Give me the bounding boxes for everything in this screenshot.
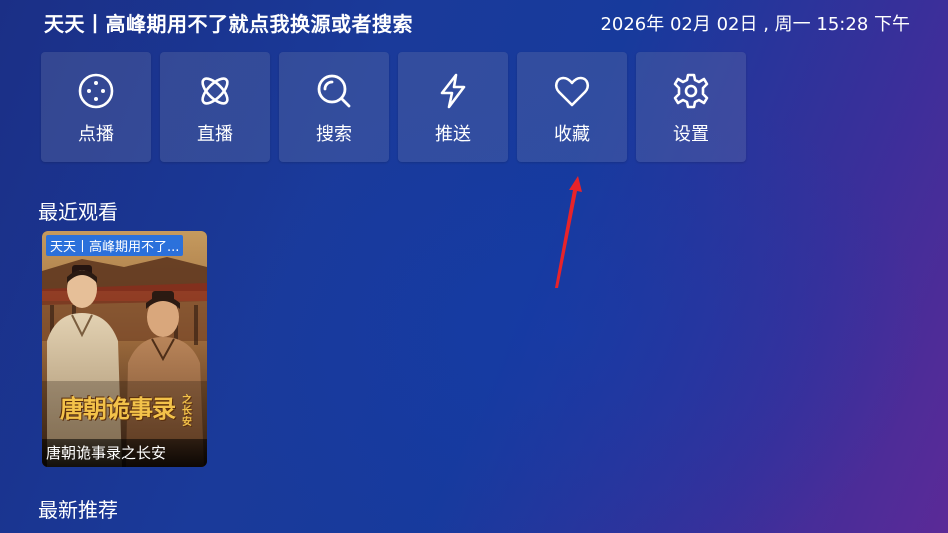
source-badge: 天天丨高峰期用不了... (46, 235, 184, 256)
poster-image (42, 231, 207, 467)
section-title-latest: 最新推荐 (38, 498, 118, 522)
menu-label: 推送 (435, 124, 471, 145)
menu-label: 收藏 (554, 124, 590, 145)
film-reel-icon (78, 73, 114, 109)
menu-tile-search[interactable]: 搜索 (279, 52, 389, 162)
lightning-icon (440, 73, 466, 109)
header-title: 天天丨高峰期用不了就点我换源或者搜索 (44, 12, 413, 36)
menu-tile-push[interactable]: 推送 (398, 52, 508, 162)
header-datetime: 2026年 02月 02日 , 周一 15:28 下午 (600, 14, 910, 35)
menu-tile-vod[interactable]: 点播 (41, 52, 151, 162)
menu-label: 设置 (673, 124, 709, 145)
menu-label: 直播 (197, 124, 233, 145)
recent-item-card[interactable]: 唐朝诡事录 之长安 天天丨高峰期用不了... 唐朝诡事录之长安 (42, 231, 207, 467)
menu-label: 点播 (78, 124, 114, 145)
menu-tile-favorites[interactable]: 收藏 (517, 52, 627, 162)
heart-icon (554, 76, 590, 107)
poster-subtitle-art: 之长安 (182, 395, 192, 428)
atom-icon (201, 77, 229, 105)
menu-tile-settings[interactable]: 设置 (636, 52, 746, 162)
section-title-recent: 最近观看 (38, 200, 118, 224)
menu-tile-live[interactable]: 直播 (160, 52, 270, 162)
menu-label: 搜索 (316, 124, 352, 145)
recent-item-title: 唐朝诡事录之长安 (42, 439, 207, 467)
gear-icon (673, 73, 709, 109)
poster-title-art: 唐朝诡事录 (60, 394, 176, 423)
search-icon (317, 74, 351, 108)
